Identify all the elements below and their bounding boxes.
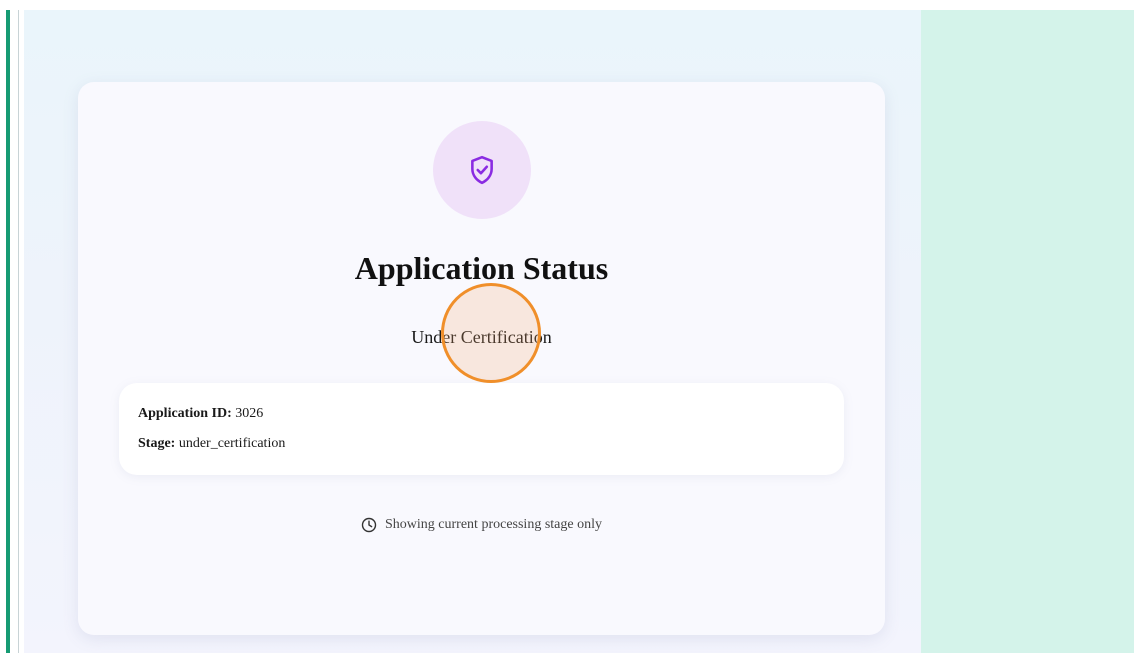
processing-note-text: Showing current processing stage only [385, 517, 602, 532]
clock-icon [361, 517, 377, 533]
application-id-row: Application ID: 3026 [138, 405, 263, 423]
application-details: Application ID: 3026 Stage: under_certif… [119, 383, 844, 475]
left-accent-bar [6, 10, 10, 653]
left-divider [18, 10, 19, 653]
main-content: Application Status Under Certification A… [24, 10, 921, 653]
status-label: Under Certification [411, 327, 552, 347]
status-icon-badge [433, 121, 531, 219]
page-title: Application Status [354, 250, 609, 286]
stage-label: Stage: [138, 436, 176, 451]
right-side-panel [921, 10, 1134, 653]
processing-note: Showing current processing stage only [78, 516, 885, 534]
screen: Application Status Under Certification A… [0, 0, 1134, 653]
application-id-label: Application ID: [138, 406, 232, 421]
application-id-value: 3026 [235, 406, 264, 421]
stage-row: Stage: under_certification [138, 435, 285, 453]
stage-value: under_certification [178, 436, 286, 451]
status-card: Application Status Under Certification A… [78, 82, 885, 635]
shield-check-icon [471, 155, 493, 185]
